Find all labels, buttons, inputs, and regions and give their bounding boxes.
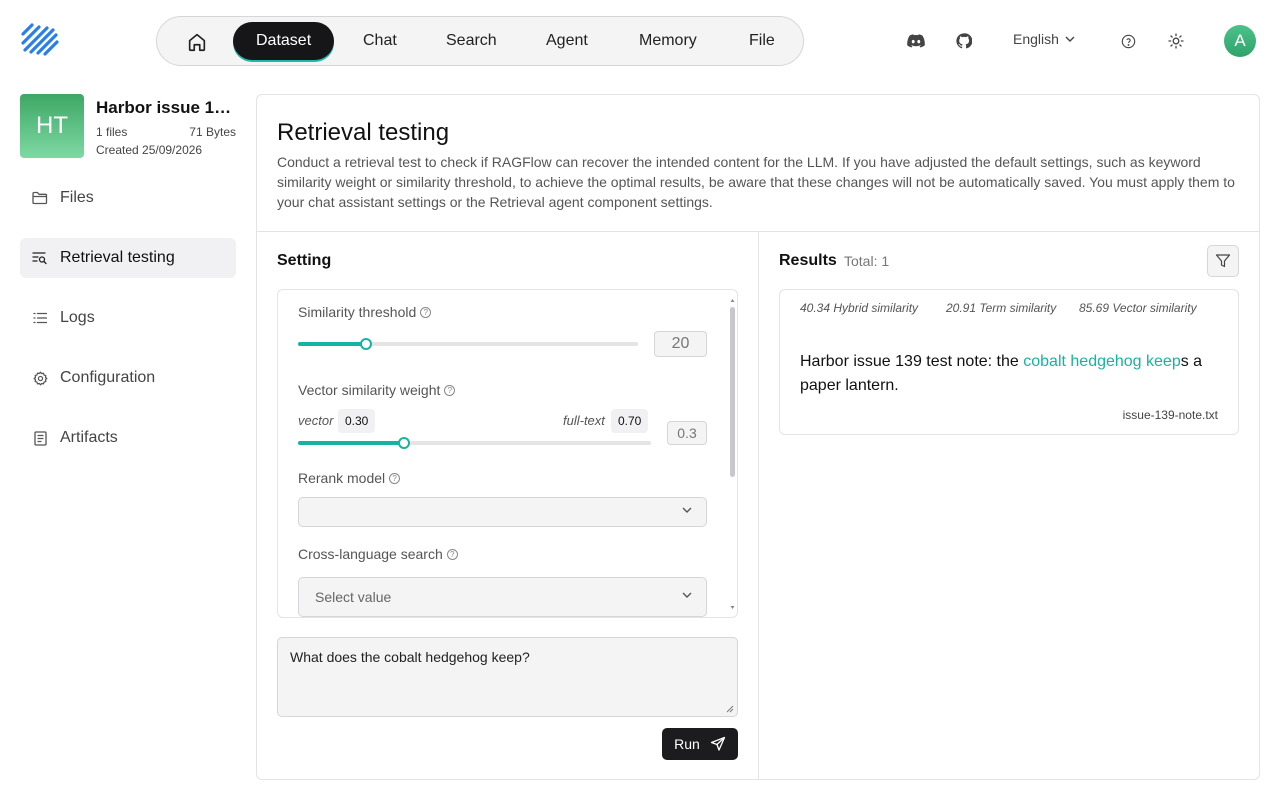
nav-chat[interactable]: Chat — [340, 22, 420, 60]
main-nav: Dataset Chat Search Agent Memory File — [156, 16, 804, 66]
cross-language-text: Cross-language search — [298, 546, 443, 562]
cross-language-placeholder: Select value — [315, 589, 392, 605]
rerank-model-label: Rerank model ? — [298, 470, 401, 486]
result-chunk-text: Harbor issue 139 test note: the cobalt h… — [800, 350, 1220, 398]
page-description: Conduct a retrieval test to check if RAG… — [277, 154, 1235, 210]
sidebar-item-artifacts[interactable]: Artifacts — [20, 418, 236, 458]
chevron-down-icon — [682, 507, 692, 513]
chunk-text: Harbor issue 139 test note: the — [800, 353, 1024, 370]
highlighted-match: cobalt hedgehog keep — [1023, 353, 1181, 370]
run-button[interactable]: Run — [662, 728, 738, 760]
dataset-created: Created 25/09/2026 — [96, 143, 203, 157]
vector-weight-label: Vector similarity weight ? — [298, 382, 456, 398]
results-total: Total: 1 — [844, 253, 890, 269]
theme-toggle[interactable] — [1164, 29, 1188, 53]
language-select[interactable]: English — [1013, 31, 1075, 47]
dataset-size: 71 Bytes — [189, 125, 236, 139]
dataset-file-count: 1 files — [96, 125, 128, 139]
send-icon — [710, 736, 725, 751]
list-icon — [32, 310, 48, 326]
chevron-down-icon — [1065, 36, 1075, 42]
help-icon[interactable]: ? — [446, 548, 458, 560]
help-icon[interactable]: ? — [389, 472, 401, 484]
nav-file[interactable]: File — [726, 22, 798, 60]
vector-tag-value: 0.30 — [338, 409, 376, 433]
sidebar-item-label: Configuration — [60, 369, 156, 386]
sidebar-item-logs[interactable]: Logs — [20, 298, 236, 338]
resize-handle-icon[interactable] — [726, 705, 734, 713]
dataset-name: Harbor issue 139 test — [96, 98, 236, 117]
slider-handle[interactable] — [397, 437, 410, 449]
vector-weight-input[interactable]: 0.3 — [667, 421, 707, 445]
github-icon — [956, 33, 972, 49]
vector-tag-label: vector — [298, 413, 334, 428]
sidebar-item-label: Retrieval testing — [60, 249, 175, 266]
slider-fill — [298, 342, 366, 346]
filter-icon — [1215, 254, 1231, 268]
run-label: Run — [674, 736, 700, 752]
similarity-threshold-label: Similarity threshold ? — [298, 304, 432, 320]
sidebar-item-retrieval-testing[interactable]: Retrieval testing — [20, 238, 236, 278]
ragflow-logo-icon[interactable] — [20, 21, 60, 61]
help-icon[interactable]: ? — [444, 384, 456, 396]
search-list-icon — [32, 250, 48, 266]
result-file-name[interactable]: issue-139-note.txt — [1123, 408, 1218, 422]
hybrid-similarity: 40.34 Hybrid similarity — [800, 301, 919, 315]
page-title: Retrieval testing — [277, 119, 450, 146]
similarity-threshold-text: Similarity threshold — [298, 304, 417, 320]
vector-similarity: 85.69 Vector similarity — [1079, 301, 1197, 315]
sidebar-item-label: Artifacts — [60, 429, 118, 446]
cross-language-select[interactable]: Select value — [298, 577, 707, 617]
results-title: Results — [779, 252, 837, 269]
divider — [758, 232, 759, 780]
result-card[interactable]: 40.34 Hybrid similarity 20.91 Term simil… — [779, 289, 1239, 435]
vector-weight-text: Vector similarity weight — [298, 382, 441, 398]
gear-icon — [32, 370, 48, 386]
help-icon — [1121, 34, 1135, 48]
help-icon[interactable]: ? — [420, 306, 432, 318]
folder-icon — [32, 190, 48, 206]
fulltext-tag-label: full-text — [563, 413, 605, 428]
home-button[interactable] — [177, 26, 217, 58]
query-textarea[interactable]: What does the cobalt hedgehog keep? — [277, 637, 738, 717]
similarity-threshold-slider[interactable] — [298, 338, 638, 350]
similarity-threshold-input[interactable]: 20 — [654, 331, 707, 357]
home-icon — [188, 33, 206, 52]
retrieval-testing-panel: Retrieval testing Conduct a retrieval te… — [256, 94, 1260, 780]
settings-title: Setting — [277, 252, 332, 269]
filter-button[interactable] — [1207, 245, 1239, 277]
cross-language-label: Cross-language search ? — [298, 546, 458, 562]
sidebar-item-files[interactable]: Files — [20, 178, 236, 218]
document-icon — [32, 430, 48, 446]
user-avatar[interactable]: A — [1224, 25, 1256, 57]
rerank-model-text: Rerank model — [298, 470, 386, 486]
sidebar-item-configuration[interactable]: Configuration — [20, 358, 236, 398]
scrollbar-thumb[interactable] — [730, 307, 735, 477]
sun-icon — [1168, 33, 1184, 49]
discord-icon — [907, 34, 925, 48]
nav-agent[interactable]: Agent — [523, 22, 611, 60]
sidebar-item-label: Files — [60, 189, 94, 206]
fulltext-tag-value: 0.70 — [611, 409, 649, 433]
chevron-down-icon — [682, 592, 692, 598]
dataset-avatar: HT — [20, 94, 84, 158]
query-text: What does the cobalt hedgehog keep? — [290, 649, 530, 665]
term-similarity: 20.91 Term similarity — [946, 301, 1057, 315]
slider-fill — [298, 441, 404, 445]
nav-memory[interactable]: Memory — [616, 22, 720, 60]
nav-search[interactable]: Search — [423, 22, 520, 60]
github-button[interactable] — [952, 29, 976, 53]
discord-button[interactable] — [904, 29, 928, 53]
settings-panel[interactable]: Similarity threshold ? 20 Vector similar… — [277, 289, 738, 618]
vector-weight-slider[interactable] — [298, 437, 651, 449]
sidebar-item-label: Logs — [60, 309, 95, 326]
language-label: English — [1013, 31, 1059, 47]
help-button[interactable] — [1116, 29, 1140, 53]
slider-handle[interactable] — [360, 338, 372, 350]
rerank-model-select[interactable] — [298, 497, 707, 527]
nav-dataset[interactable]: Dataset — [233, 22, 335, 60]
